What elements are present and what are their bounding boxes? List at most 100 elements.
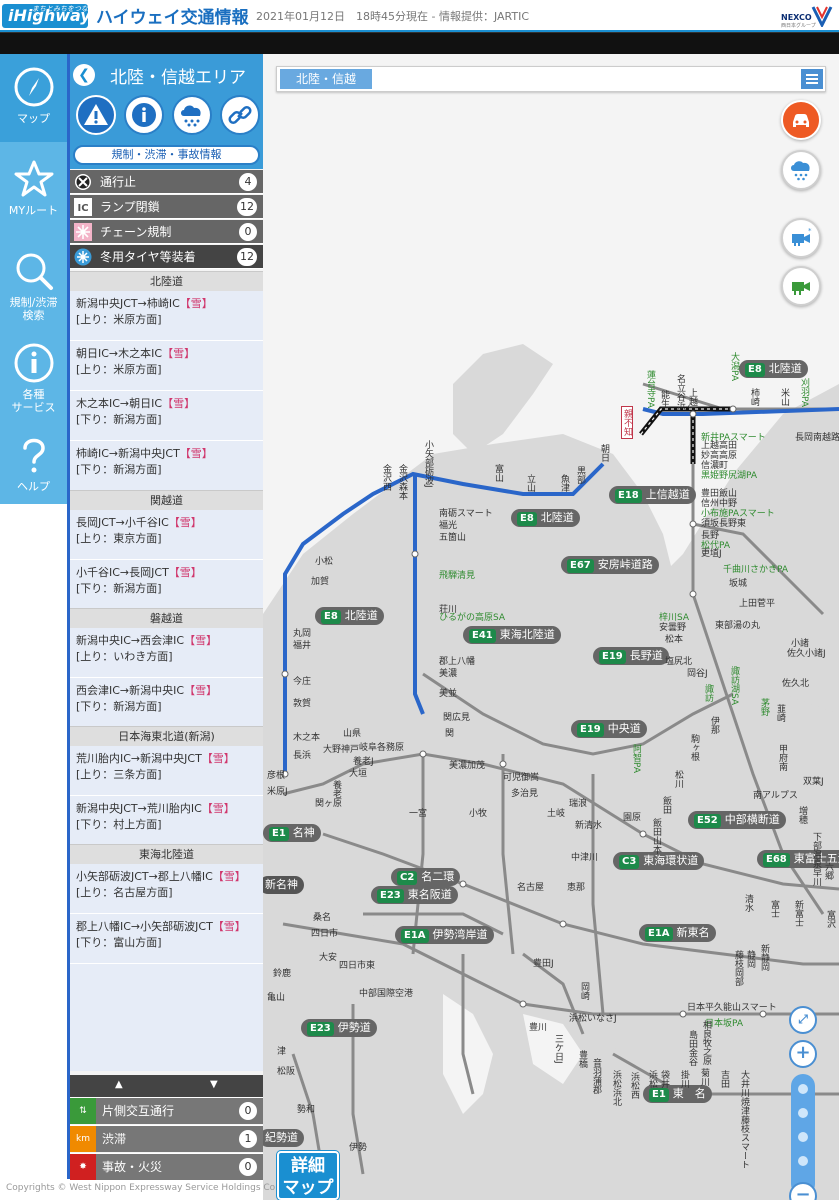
map-label: 可児御嵩 xyxy=(503,773,540,783)
road-badge[interactable]: C2 名二環 xyxy=(391,868,461,886)
road-badge[interactable]: E23 伊勢道 xyxy=(301,1019,377,1037)
list-item[interactable]: 西会津IC→新潟中央IC【雪】 [下り：新潟方面] xyxy=(70,678,263,728)
road-badge[interactable]: E8 北陸道 xyxy=(511,509,580,527)
road-badge[interactable]: E8 北陸道 xyxy=(315,607,384,625)
map-label: 園原 xyxy=(623,813,642,823)
map-label: 立山 xyxy=(525,474,535,492)
scroll-up-button[interactable]: ▲ xyxy=(115,1079,123,1090)
fullscreen-button[interactable]: ⤢ xyxy=(789,1006,817,1034)
list-item[interactable]: 柿崎IC→新潟中央JCT【雪】 [下り：新潟方面] xyxy=(70,441,263,491)
car-icon xyxy=(793,114,809,127)
traffic-map[interactable]: 北陸・信越 E8 北陸道 E18 上信越道 E8 北陸道 E67 安房峠道路 E8 北陸道… xyxy=(263,54,839,1200)
category-winter-tire[interactable]: 冬用タイヤ等装着 12 xyxy=(70,245,263,269)
list-item[interactable]: 新潟中央IC→西会津IC【雪】 [上り：いわき方面] xyxy=(70,628,263,678)
road-badge[interactable]: E67 安房峠道路 xyxy=(561,556,659,574)
map-label: 小矢部砺波J xyxy=(423,440,433,488)
item-route: 朝日IC→木之本IC xyxy=(76,347,163,360)
map-label: 大井川焼津藤枝スマート xyxy=(739,1070,749,1169)
snow-camera-button[interactable]: * xyxy=(781,218,821,258)
weather-tab-button[interactable] xyxy=(172,95,212,135)
road-badge[interactable]: E1 名神 xyxy=(263,824,321,842)
zoom-slider[interactable] xyxy=(791,1074,815,1196)
road-badge[interactable]: E8 北陸道 xyxy=(739,360,808,378)
map-label: 上田菅平 xyxy=(739,599,776,609)
category-count: 1 xyxy=(239,1130,257,1148)
category-alternating-lane[interactable]: ⇅ 片側交互通行 0 xyxy=(70,1097,263,1124)
map-label: 美濃 xyxy=(439,669,458,679)
item-route: 長岡JCT→小千谷IC xyxy=(76,516,169,529)
road-badge[interactable]: E19 長野道 xyxy=(593,647,669,665)
map-label: 富沢 xyxy=(825,910,835,928)
road-badge[interactable]: E19 中央道 xyxy=(571,720,647,738)
list-item[interactable]: 朝日IC→木之本IC【雪】 [上り：米原方面] xyxy=(70,341,263,391)
camera-button[interactable] xyxy=(781,266,821,306)
road-badge[interactable]: E23 東名阪道 xyxy=(371,886,458,904)
nav-search[interactable]: 規制/渋滞 検索 xyxy=(0,238,67,326)
nav-help-label: ヘルプ xyxy=(17,480,50,493)
road-badge[interactable]: E41 東海北陸道 xyxy=(463,626,561,644)
weather-layer-button[interactable] xyxy=(781,150,821,190)
map-label: 駒ヶ根 xyxy=(689,734,699,761)
list-item[interactable]: 小千谷IC→長岡JCT【雪】 [下り：新潟方面] xyxy=(70,560,263,610)
nav-help[interactable]: ヘルプ xyxy=(0,422,67,510)
info-tab-button[interactable] xyxy=(124,95,164,135)
list-item[interactable]: 荒川胎内IC→新潟中央JCT【雪】 [上り：三条方面] xyxy=(70,746,263,796)
map-label: 中津川 xyxy=(571,853,599,863)
svg-text:*: * xyxy=(808,227,812,235)
road-badge[interactable]: C3 東海環状道 xyxy=(613,852,705,870)
item-direction: [下り：村上方面] xyxy=(76,818,162,831)
road-badge[interactable]: E18 上信越道 xyxy=(609,486,696,504)
list-item[interactable]: 小矢部砺波JCT→郡上八幡IC【雪】 [上り：名古屋方面] xyxy=(70,864,263,914)
map-label: 加賀 xyxy=(311,577,330,587)
copyright: Copyrights © West Nippon Expressway Serv… xyxy=(6,1183,276,1193)
category-closure[interactable]: 通行止 4 xyxy=(70,170,263,194)
question-icon xyxy=(22,438,45,473)
site-title[interactable]: ハイウェイ交通情報 xyxy=(96,3,249,28)
road-badge[interactable]: E52 中部横断道 xyxy=(688,811,786,829)
ihighway-logo[interactable]: iHighway まちとみちをつなぐ xyxy=(2,4,91,28)
item-tag: 【雪】 xyxy=(168,566,202,579)
regulation-tab-button[interactable] xyxy=(76,95,116,135)
category-accident[interactable]: ✸ 事故・火災 0 xyxy=(70,1153,263,1180)
road-badge[interactable]: E1A 伊勢湾岸道 xyxy=(395,926,494,944)
map-label: 諏訪 xyxy=(703,684,713,702)
expand-icon: ⤢ xyxy=(798,1012,808,1026)
list-item[interactable]: 郡上八幡IC→小矢部砺波JCT【雪】 [下り：富山方面] xyxy=(70,914,263,964)
detail-map-button[interactable]: 詳細 マップ xyxy=(277,1151,339,1200)
nav-map[interactable]: マップ xyxy=(0,54,67,142)
list-item[interactable]: 新潟中央JCT→荒川胎内IC【雪】 [下り：村上方面] xyxy=(70,796,263,846)
nav-myroute[interactable]: MYルート xyxy=(0,146,67,234)
item-direction: [上り：名古屋方面] xyxy=(76,886,173,899)
list-item[interactable]: 新潟中央JCT→柿崎IC【雪】 [上り：米原方面] xyxy=(70,291,263,341)
map-label: 勢和 xyxy=(297,1105,316,1115)
ramp-ic-icon: IC xyxy=(74,198,92,216)
road-badge[interactable]: 紀勢道 xyxy=(263,1129,304,1147)
map-label: 木之本 xyxy=(293,733,321,743)
nexco-logo[interactable]: NEXCO 西日本グループ xyxy=(781,3,833,29)
map-label: 刈羽PA xyxy=(799,378,809,408)
list-item[interactable]: 木之本IC→朝日IC【雪】 [下り：新潟方面] xyxy=(70,391,263,441)
category-chain[interactable]: チェーン規制 0 xyxy=(70,220,263,244)
map-label: 鈴鹿 xyxy=(273,969,292,979)
map-label: 金沢西 xyxy=(381,464,391,491)
map-label: 山県 xyxy=(343,729,362,739)
link-tab-button[interactable] xyxy=(220,95,260,135)
road-badge[interactable]: E1A 新東名 xyxy=(639,924,716,942)
map-menu-button[interactable] xyxy=(801,69,823,89)
area-chip[interactable]: 北陸・信越 xyxy=(280,69,372,89)
zoom-in-button[interactable]: + xyxy=(789,1040,817,1068)
map-label: 富士 xyxy=(769,900,779,918)
chain-snowflake-icon xyxy=(74,223,92,241)
list-item[interactable]: 長岡JCT→小千谷IC【雪】 [上り：東京方面] xyxy=(70,510,263,560)
road-badge[interactable]: 新名神 xyxy=(263,876,304,894)
map-label: 名古屋 xyxy=(517,883,545,893)
nav-services[interactable]: 各種 サービス xyxy=(0,330,67,418)
back-button[interactable]: ❮ xyxy=(73,64,95,86)
category-congestion[interactable]: km 渋滞 1 xyxy=(70,1125,263,1152)
map-label: 南アルプス xyxy=(753,791,798,801)
scroll-down-button[interactable]: ▼ xyxy=(210,1079,218,1090)
nexco-mark-icon xyxy=(811,6,833,27)
traffic-layer-button[interactable] xyxy=(781,100,821,140)
category-label: ランプ閉鎖 xyxy=(100,200,160,214)
category-ramp-closure[interactable]: IC ランプ閉鎖 12 xyxy=(70,195,263,219)
